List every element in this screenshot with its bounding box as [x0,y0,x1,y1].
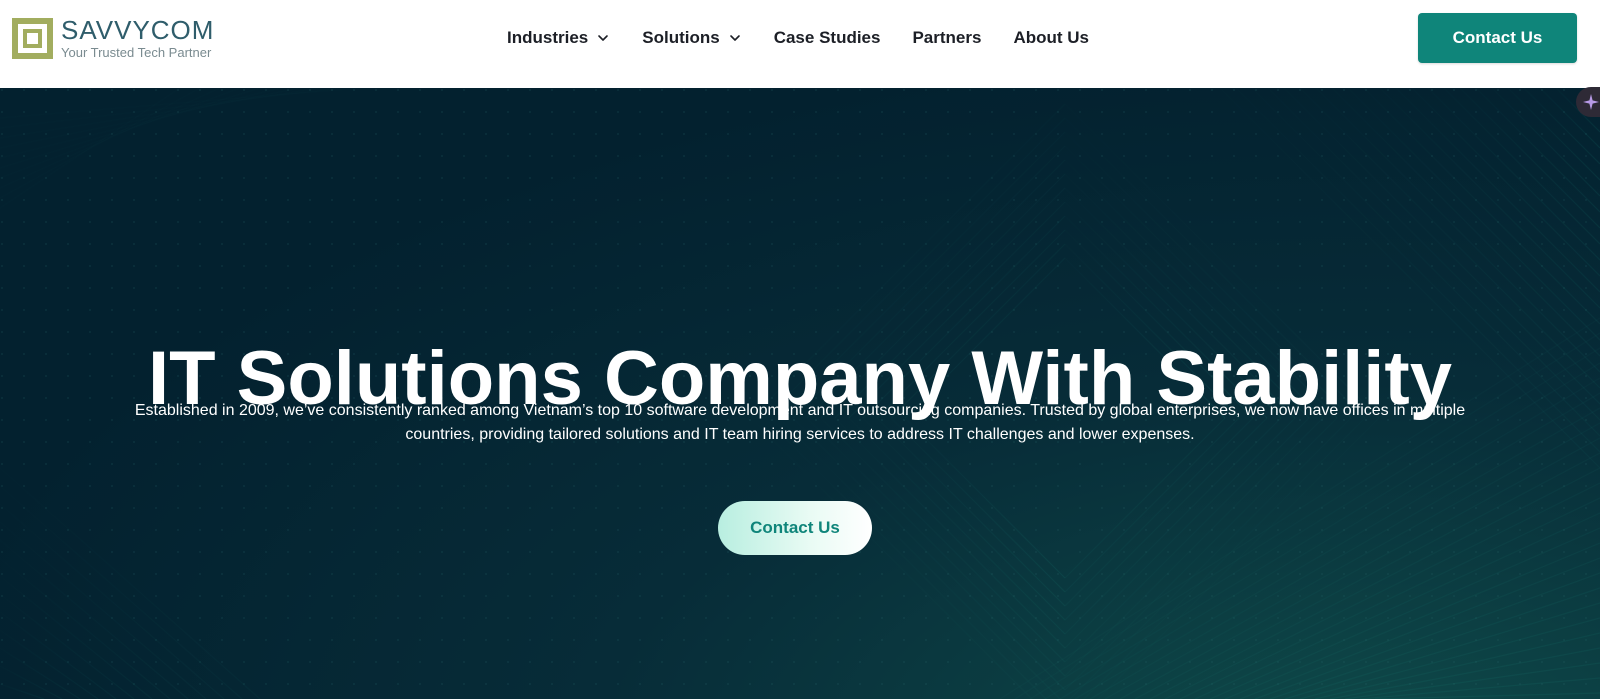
nav-item-label: Solutions [642,28,720,47]
hero-description: Established in 2009, we’ve consistently … [134,402,1466,443]
brand-tagline: Your Trusted Tech Partner [61,45,212,60]
main-nav: Industries Solutions Case Studies Partne… [507,24,1121,52]
brand-logo[interactable]: SAVVYCOM Your Trusted Tech Partner [12,16,214,60]
nav-item-label: Case Studies [773,28,881,47]
brand-name: SAVVYCOM [61,15,215,45]
nav-item-industries[interactable]: Industries [507,28,610,48]
chevron-down-icon [598,35,609,41]
nav-item-about-us[interactable]: About Us [1013,28,1089,48]
chevron-down-icon [729,35,740,41]
nav-item-label: Partners [912,28,982,47]
logo-text: SAVVYCOM Your Trusted Tech Partner [61,16,214,60]
hero-section: IT Solutions Company With Stability Esta… [0,88,1600,699]
hero-contact-button[interactable]: Contact Us [718,501,872,555]
nav-item-solutions[interactable]: Solutions [642,28,741,48]
page: SAVVYCOM Your Trusted Tech Partner Indus… [0,0,1600,699]
sparkle-icon [1583,94,1599,110]
header-contact-button[interactable]: Contact Us [1418,13,1577,63]
floating-assistant-widget[interactable] [1576,87,1600,117]
nav-item-label: Industries [507,28,589,47]
nav-item-partners[interactable]: Partners [912,28,981,48]
site-header: SAVVYCOM Your Trusted Tech Partner Indus… [0,0,1600,88]
nav-item-case-studies[interactable]: Case Studies [774,28,881,48]
nav-item-label: About Us [1013,28,1089,47]
logo-square-icon [12,17,53,59]
